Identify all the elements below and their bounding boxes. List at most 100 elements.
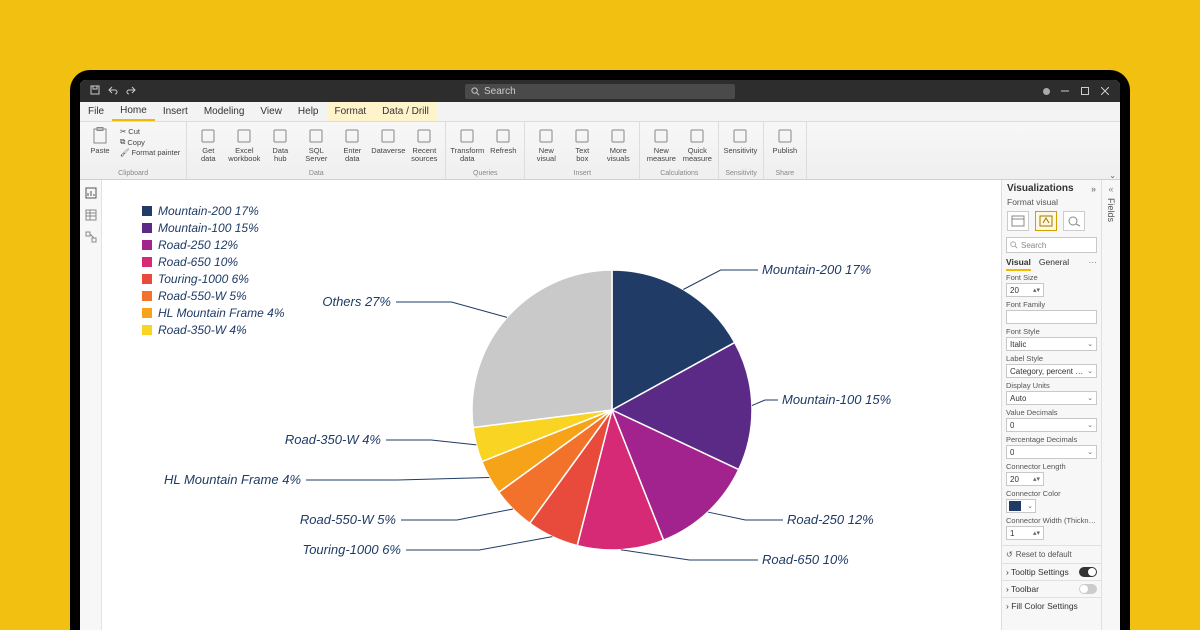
label_style-select[interactable]: Category, percent of to⌄ — [1006, 364, 1097, 378]
legend-swatch — [142, 223, 152, 233]
ribbon-transform-data[interactable]: Transformdata — [452, 125, 482, 169]
app-window: Search FileHomeInsertModelingViewHelpFor… — [80, 80, 1120, 630]
legend-item[interactable]: Road-650 10% — [142, 255, 285, 269]
ribbon-recent-sources[interactable]: Recentsources — [409, 125, 439, 169]
font_family-input[interactable] — [1006, 310, 1097, 324]
font_size-input[interactable]: 20▴▾ — [1006, 283, 1044, 297]
chevron-down-icon[interactable]: ⌄ — [1087, 340, 1093, 348]
ribbon-excel-workbook[interactable]: Excelworkbook — [229, 125, 259, 169]
ribbon-icon — [776, 127, 794, 145]
stepper-icon[interactable]: ▴▾ — [1033, 475, 1040, 483]
legend-swatch — [142, 206, 152, 216]
menu-format[interactable]: Format — [327, 102, 375, 121]
data-label: Mountain-100 15% — [782, 392, 891, 407]
toggle-icon[interactable] — [1079, 567, 1097, 577]
ribbon-dataverse[interactable]: Dataverse — [373, 125, 403, 169]
model-view-icon[interactable] — [84, 230, 98, 244]
minimize-icon[interactable] — [1060, 87, 1070, 95]
field-label: Font Size — [1006, 273, 1097, 282]
ribbon-cut[interactable]: ✂Cut — [120, 127, 180, 136]
collapse-panel-icon[interactable]: » — [1091, 184, 1096, 194]
data-label: Road-650 10% — [762, 552, 849, 567]
ribbon-new-measure[interactable]: Newmeasure — [646, 125, 676, 169]
connector_width-input[interactable]: 1▴▾ — [1006, 526, 1044, 540]
legend-item[interactable]: Road-350-W 4% — [142, 323, 285, 337]
collapse-fields-icon[interactable]: « — [1108, 184, 1113, 194]
account-icon[interactable] — [1043, 88, 1050, 95]
reset-to-default[interactable]: ↺ Reset to default — [1002, 545, 1101, 563]
ribbon-icon — [573, 127, 591, 145]
pct_decimals-select[interactable]: 0⌄ — [1006, 445, 1097, 459]
fill-color-row[interactable]: › Fill Color Settings — [1002, 597, 1101, 614]
menu-modeling[interactable]: Modeling — [196, 102, 253, 121]
chevron-down-icon[interactable]: ⌄ — [1087, 421, 1093, 429]
font_style-select[interactable]: Italic⌄ — [1006, 337, 1097, 351]
connector_length-input[interactable]: 20▴▾ — [1006, 472, 1044, 486]
ribbon-copy[interactable]: ⧉Copy — [120, 137, 180, 147]
undo-icon[interactable] — [108, 85, 118, 98]
pie-chart[interactable] — [462, 260, 762, 560]
toggle-icon[interactable] — [1079, 584, 1097, 594]
menu-data-drill[interactable]: Data / Drill — [374, 102, 437, 121]
connector_color-picker[interactable]: ⌄ — [1006, 499, 1036, 513]
stepper-icon[interactable]: ▴▾ — [1033, 286, 1040, 294]
ribbon-enter-data[interactable]: Enterdata — [337, 125, 367, 169]
ribbon-icon — [235, 127, 253, 145]
menu-insert[interactable]: Insert — [155, 102, 196, 121]
ribbon-get-data[interactable]: Getdata — [193, 125, 223, 169]
legend-item[interactable]: HL Mountain Frame 4% — [142, 306, 285, 320]
close-icon[interactable] — [1100, 87, 1110, 95]
legend-swatch — [142, 257, 152, 267]
ribbon-icon — [343, 127, 361, 145]
analytics-icon[interactable] — [1063, 211, 1085, 231]
ribbon-data-hub[interactable]: Datahub — [265, 125, 295, 169]
toolbar-row[interactable]: › Toolbar — [1002, 580, 1101, 597]
stepper-icon[interactable]: ▴▾ — [1033, 529, 1040, 537]
ribbon-more-visuals[interactable]: Morevisuals — [603, 125, 633, 169]
format-visual-icon[interactable] — [1035, 211, 1057, 231]
maximize-icon[interactable] — [1080, 87, 1090, 95]
legend-item[interactable]: Road-550-W 5% — [142, 289, 285, 303]
tab-visual[interactable]: Visual — [1006, 257, 1031, 271]
data-view-icon[interactable] — [84, 208, 98, 222]
global-search[interactable]: Search — [465, 84, 735, 99]
legend-item[interactable]: Mountain-200 17% — [142, 204, 285, 218]
tab-general[interactable]: General — [1039, 257, 1069, 271]
fields-rail[interactable]: « Fields — [1102, 180, 1120, 630]
display_units-select[interactable]: Auto⌄ — [1006, 391, 1097, 405]
report-canvas[interactable]: Mountain-200 17% Mountain-100 15% Road-250… — [102, 180, 1001, 630]
data-label: Road-250 12% — [787, 512, 874, 527]
collapse-ribbon-icon[interactable]: ⌄ — [1109, 171, 1116, 180]
vis-search[interactable]: Search — [1006, 237, 1097, 253]
chevron-down-icon[interactable]: ⌄ — [1087, 448, 1093, 456]
tooltip-settings-row[interactable]: › Tooltip Settings — [1002, 563, 1101, 580]
chevron-down-icon[interactable]: ⌄ — [1087, 367, 1093, 375]
report-view-icon[interactable] — [84, 186, 98, 200]
ribbon-icon — [688, 127, 706, 145]
ribbon-text-box[interactable]: Textbox — [567, 125, 597, 169]
legend-item[interactable]: Touring-1000 6% — [142, 272, 285, 286]
value_decimals-select[interactable]: 0⌄ — [1006, 418, 1097, 432]
chevron-down-icon[interactable]: ⌄ — [1087, 394, 1093, 402]
legend-swatch — [142, 291, 152, 301]
tab-more-icon[interactable]: ⋯ — [1089, 257, 1098, 271]
chevron-down-icon[interactable]: ⌄ — [1027, 502, 1033, 510]
redo-icon[interactable] — [126, 85, 136, 98]
legend-item[interactable]: Road-250 12% — [142, 238, 285, 252]
save-icon[interactable] — [90, 85, 100, 98]
build-visual-icon[interactable] — [1007, 211, 1029, 231]
ribbon-sensitivity[interactable]: Sensitivity — [725, 125, 755, 169]
menu-view[interactable]: View — [252, 102, 290, 121]
menu-help[interactable]: Help — [290, 102, 327, 121]
ribbon-new-visual[interactable]: Newvisual — [531, 125, 561, 169]
ribbon-format-painter[interactable]: 🖌Format painter — [120, 148, 180, 157]
ribbon-refresh[interactable]: Refresh — [488, 125, 518, 169]
menu-home[interactable]: Home — [112, 102, 155, 121]
ribbon-quick-measure[interactable]: Quickmeasure — [682, 125, 712, 169]
menu-file[interactable]: File — [80, 102, 112, 121]
legend-item[interactable]: Mountain-100 15% — [142, 221, 285, 235]
ribbon-paste[interactable]: Paste — [86, 125, 114, 155]
ribbon-sql-server[interactable]: SQLServer — [301, 125, 331, 169]
pie-slice[interactable] — [472, 270, 612, 428]
ribbon-publish[interactable]: Publish — [770, 125, 800, 169]
